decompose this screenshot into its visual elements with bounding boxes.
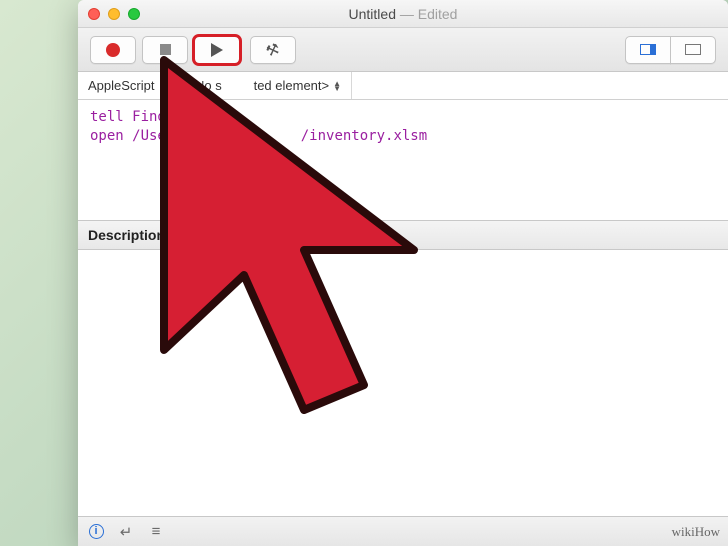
code-editor[interactable]: tell Finder open /Users/kate/XXXXXXXX/in…: [78, 100, 728, 220]
panel-right-icon: [685, 44, 701, 55]
minimize-icon[interactable]: [108, 8, 120, 20]
title-text: Untitled: [349, 6, 396, 22]
chevron-updown-icon: ▲▼: [333, 81, 341, 91]
code-line: tell Finder: [90, 108, 716, 127]
panel-left-button[interactable]: [625, 36, 671, 64]
run-button[interactable]: [194, 36, 240, 64]
info-icon: i: [89, 524, 104, 539]
record-icon: [106, 43, 120, 57]
language-selector[interactable]: AppleScript ▲▼: [78, 72, 177, 99]
panel-left-icon: [640, 44, 656, 55]
panel-right-button[interactable]: [670, 36, 716, 64]
toolbar: ⚒: [78, 28, 728, 72]
stop-button[interactable]: [142, 36, 188, 64]
element-selector[interactable]: <No s elec ted element> ▲▼: [177, 72, 352, 99]
panel-toggle-group: [626, 36, 716, 64]
title-status: — Edited: [400, 6, 458, 22]
status-bar: i ↵ ≡: [78, 516, 728, 546]
code-line: open /Users/kate/XXXXXXXX/inventory.xlsm: [90, 127, 716, 146]
element-label-right: ted element>: [254, 78, 330, 93]
hammer-icon: ⚒: [264, 39, 283, 61]
play-icon: [211, 43, 223, 57]
stop-icon: [160, 44, 171, 55]
return-icon: ↵: [120, 523, 133, 541]
titlebar: Untitled — Edited: [78, 0, 728, 28]
element-label-left: <No s: [187, 78, 221, 93]
script-editor-window: Untitled — Edited ⚒: [78, 0, 728, 546]
zoom-icon[interactable]: [128, 8, 140, 20]
list-button[interactable]: ≡: [148, 524, 164, 540]
window-title: Untitled — Edited: [78, 6, 728, 22]
return-button[interactable]: ↵: [118, 524, 134, 540]
info-button[interactable]: i: [88, 524, 104, 540]
navigation-bar: AppleScript ▲▼ <No s elec ted element> ▲…: [78, 72, 728, 100]
close-icon[interactable]: [88, 8, 100, 20]
list-icon: ≡: [152, 523, 161, 540]
chevron-updown-icon: ▲▼: [158, 81, 166, 91]
record-button[interactable]: [90, 36, 136, 64]
build-button[interactable]: ⚒: [250, 36, 296, 64]
window-controls: [88, 8, 140, 20]
description-body[interactable]: [78, 250, 728, 516]
wikihow-watermark: wikiHow: [672, 524, 720, 540]
language-label: AppleScript: [88, 78, 154, 93]
description-header: Description: [78, 220, 728, 250]
